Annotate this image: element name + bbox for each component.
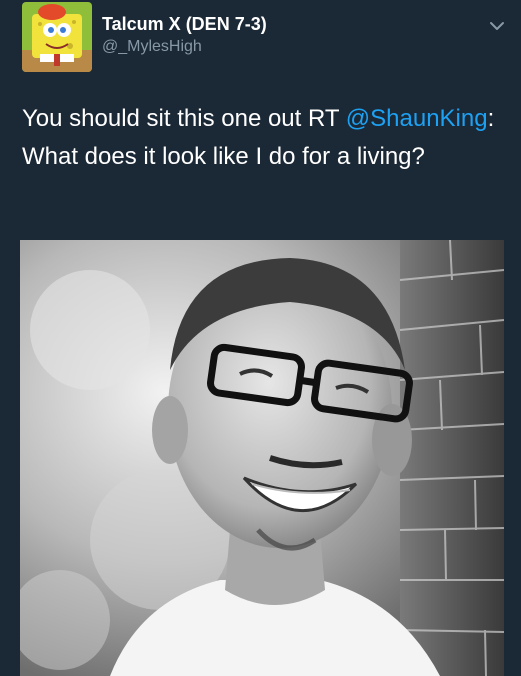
tweet-photo[interactable] (20, 240, 504, 676)
user-handle[interactable]: @_MylesHigh (102, 38, 202, 56)
tweet-card: Talcum X (DEN 7-3) @_MylesHigh You shoul… (0, 0, 521, 676)
portrait-photo (20, 240, 504, 676)
mention-link[interactable]: @ShaunKing (346, 105, 488, 132)
display-name[interactable]: Talcum X (DEN 7-3) (102, 14, 267, 34)
tweet-text-intro: You should sit this one out RT (22, 105, 346, 132)
chevron-down-icon[interactable] (485, 14, 509, 38)
tweet-text: You should sit this one out RT @ShaunKin… (22, 100, 512, 176)
avatar[interactable] (22, 2, 92, 72)
avatar-image (22, 2, 92, 72)
